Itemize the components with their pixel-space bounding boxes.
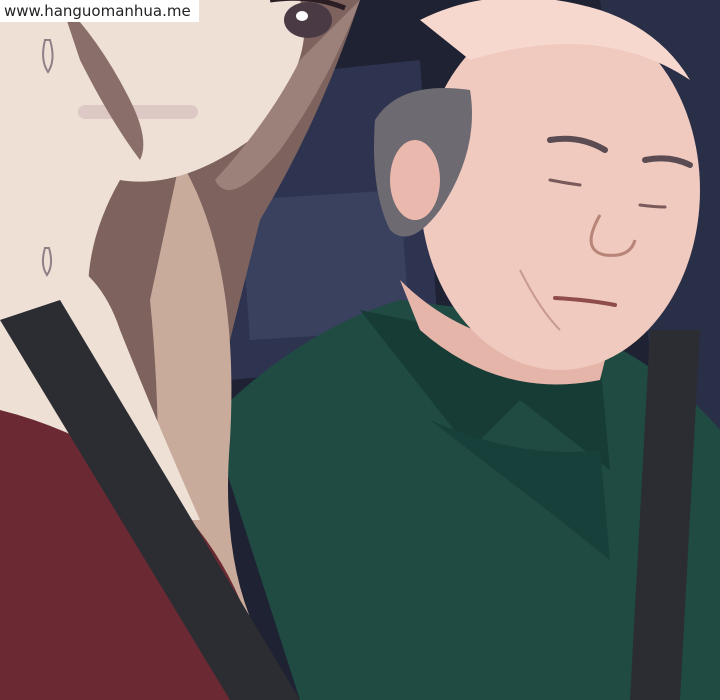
watermark-text: www.hanguomanhua.me: [0, 0, 199, 22]
man-head: [420, 10, 700, 370]
woman-eye: [284, 2, 332, 38]
woman-lips-blurred: [78, 105, 198, 119]
man-ear: [390, 140, 440, 220]
illustration: [0, 0, 720, 700]
woman-eye-highlight: [296, 11, 308, 21]
comic-panel: www.hanguomanhua.me: [0, 0, 720, 700]
